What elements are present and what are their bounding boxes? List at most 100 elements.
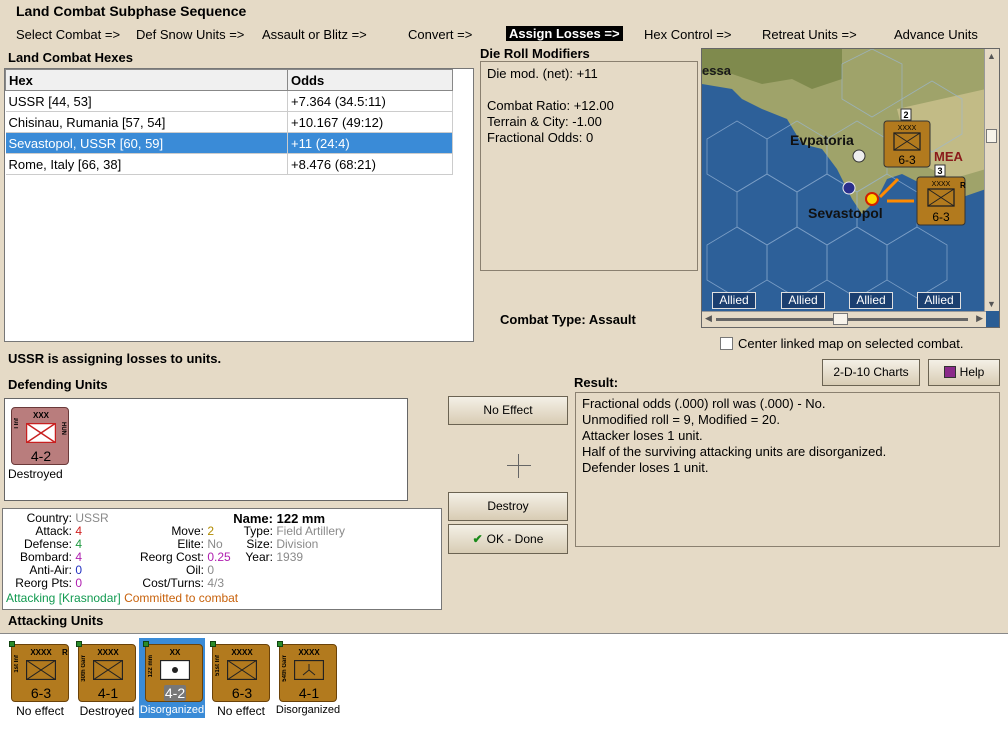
center-linked-label: Center linked map on selected combat. <box>738 336 964 351</box>
unit-pin-icon <box>9 641 15 647</box>
center-linked-option[interactable]: Center linked map on selected combat. <box>720 336 963 351</box>
cost-turns-value: 4/3 <box>207 576 225 590</box>
phase-select-combat[interactable]: Select Combat => <box>16 27 120 42</box>
column-header-hex[interactable]: Hex <box>5 69 288 91</box>
phase-def-snow-units[interactable]: Def Snow Units => <box>136 27 244 42</box>
allied-tag: Allied <box>849 292 893 309</box>
unit-value: 6-3 <box>30 685 52 701</box>
defending-units-panel: XXX I Inf HUN 4-2 Destroyed <box>4 398 408 501</box>
hex-cell: Rome, Italy [66, 38] <box>5 153 288 175</box>
help-button[interactable]: Help <box>928 359 1000 386</box>
map-vertical-scroll-thumb[interactable] <box>986 129 997 143</box>
unit-value: 4-1 <box>97 685 119 701</box>
map-label-mea: MEA <box>934 149 964 164</box>
checkmark-icon: ✔ <box>472 532 483 546</box>
combat-ratio: Combat Ratio: +12.00 <box>487 98 614 113</box>
die-mod-net: Die mod. (net): +11 <box>487 66 598 81</box>
unit-result-caption: Destroyed <box>79 704 135 718</box>
cost-turns-label: Cost/Turns: <box>142 576 204 590</box>
attacking-unit-counter[interactable]: XXXX R 1st Inf 6-3 <box>9 641 69 702</box>
odds-cell: +10.167 (49:12) <box>287 111 453 133</box>
defense-value: 4 <box>75 537 83 551</box>
phase-assign-losses[interactable]: Assign Losses => <box>506 26 623 41</box>
destroy-button[interactable]: Destroy <box>448 492 568 521</box>
unit-result-caption: Disorganized <box>139 704 205 716</box>
phase-bar: Select Combat => Def Snow Units => Assau… <box>6 25 1002 45</box>
attacking-unit-counter[interactable]: XXXX 30th Garr 4-1 <box>76 641 136 702</box>
defending-unit-counter[interactable]: XXX I Inf HUN 4-2 <box>11 407 69 465</box>
bombard-value: 4 <box>75 550 83 564</box>
infantry-symbol-icon <box>26 660 56 680</box>
unit-side-label: 30th Garr <box>81 655 87 682</box>
unit-pin-icon <box>277 641 283 647</box>
allied-tag: Allied <box>917 292 961 309</box>
unit-reserve: R <box>62 648 68 657</box>
table-row[interactable]: Rome, Italy [66, 38] +8.476 (68:21) <box>5 153 453 175</box>
unit-pin-icon <box>143 641 149 647</box>
phase-advance-units[interactable]: Advance Units <box>894 27 978 42</box>
no-effect-button[interactable]: No Effect <box>448 396 568 425</box>
map-label-essa: essa <box>702 63 732 78</box>
unit-value: 6-3 <box>231 685 253 701</box>
phase-retreat-units[interactable]: Retreat Units => <box>762 27 857 42</box>
country-value: USSR <box>75 511 109 525</box>
map-horizontal-scrollbar[interactable]: ◀ ▶ <box>702 311 986 327</box>
status-message: USSR is assigning losses to units. <box>8 351 222 366</box>
linked-map[interactable]: essa Evpatoria Sevastopol MEA XXXX 6-3 2… <box>701 48 1000 328</box>
table-row-selected[interactable]: Sevastopol, USSR [60, 59] +11 (24:4) <box>5 132 453 154</box>
crosshair-cursor-icon <box>507 454 531 478</box>
unit-side-label: 51st Inf <box>215 655 221 677</box>
unit-info-panel: Country: USSR Attack: 4 Defense: 4 Bomba… <box>2 508 442 610</box>
size-value: Division <box>276 537 319 551</box>
attacking-unit-counter-selected[interactable]: XX 122 mm 4-2 <box>143 641 203 702</box>
charts-button[interactable]: 2-D-10 Charts <box>822 359 920 386</box>
column-header-odds[interactable]: Odds <box>287 69 453 91</box>
unit-size: XX <box>169 648 181 657</box>
combat-type-value: Assault <box>588 312 636 327</box>
attacking-unit-counter[interactable]: XXXX 51st Inf 6-3 <box>210 641 270 702</box>
ok-done-button[interactable]: ✔ OK - Done <box>448 524 568 554</box>
scroll-down-icon[interactable]: ▼ <box>987 299 996 309</box>
artillery-symbol-icon <box>160 660 190 680</box>
ok-done-label: OK - Done <box>486 532 544 546</box>
unit-size: XXXX <box>298 648 320 657</box>
scroll-right-icon[interactable]: ▶ <box>976 313 983 324</box>
phase-hex-control[interactable]: Hex Control => <box>644 27 731 42</box>
result-line: Half of the surviving attacking units ar… <box>582 444 887 459</box>
garrison-symbol-icon <box>93 660 123 680</box>
unit-size: XXX <box>32 411 49 420</box>
table-row[interactable]: USSR [44, 53] +7.364 (34.5:11) <box>5 90 453 112</box>
attacking-units-label: Attacking Units <box>8 613 104 628</box>
reorg-cost-value: 0.25 <box>207 550 231 564</box>
unit-size: XXXX <box>97 648 119 657</box>
city-icon <box>852 149 866 163</box>
move-value: 2 <box>207 524 215 538</box>
phase-assault-or-blitz[interactable]: Assault or Blitz => <box>262 27 367 42</box>
stack-count: 2 <box>903 110 908 120</box>
reorg-pts-value: 0 <box>75 576 83 590</box>
help-book-icon <box>943 366 956 378</box>
center-linked-checkbox[interactable] <box>720 337 733 350</box>
map-counter-value: 6-3 <box>898 153 916 167</box>
result-line: Fractional odds (.000) roll was (.000) -… <box>582 396 826 411</box>
scroll-up-icon[interactable]: ▲ <box>987 51 996 61</box>
phase-convert[interactable]: Convert => <box>408 27 472 42</box>
committed-status: Committed to combat <box>124 591 239 605</box>
scroll-left-icon[interactable]: ◀ <box>705 313 712 324</box>
table-row[interactable]: Chisinau, Rumania [57, 54] +10.167 (49:1… <box>5 111 453 133</box>
map-horizontal-scroll-thumb[interactable] <box>833 313 848 325</box>
map-counter-size: XXXX <box>932 181 951 188</box>
map-canvas: essa Evpatoria Sevastopol MEA XXXX 6-3 2… <box>702 49 986 311</box>
map-counter-reserve: R <box>960 181 966 190</box>
hex-cell: USSR [44, 53] <box>5 90 288 112</box>
combat-type: Combat Type: Assault <box>500 312 636 327</box>
odds-cell: +8.476 (68:21) <box>287 153 453 175</box>
unit-size: XXXX <box>231 648 253 657</box>
infantry-symbol-icon <box>227 660 257 680</box>
map-label-evpatoria: Evpatoria <box>790 132 854 148</box>
map-vertical-scrollbar[interactable]: ▲ ▼ <box>984 49 999 311</box>
unit-side-label: 54th Garr <box>282 655 288 682</box>
attacking-unit-counter[interactable]: XXXX 54th Garr 4-1 <box>277 641 337 702</box>
unit-result-caption: Destroyed <box>8 467 63 481</box>
hex-table-panel: Hex Odds USSR [44, 53] +7.364 (34.5:11) … <box>4 68 474 342</box>
